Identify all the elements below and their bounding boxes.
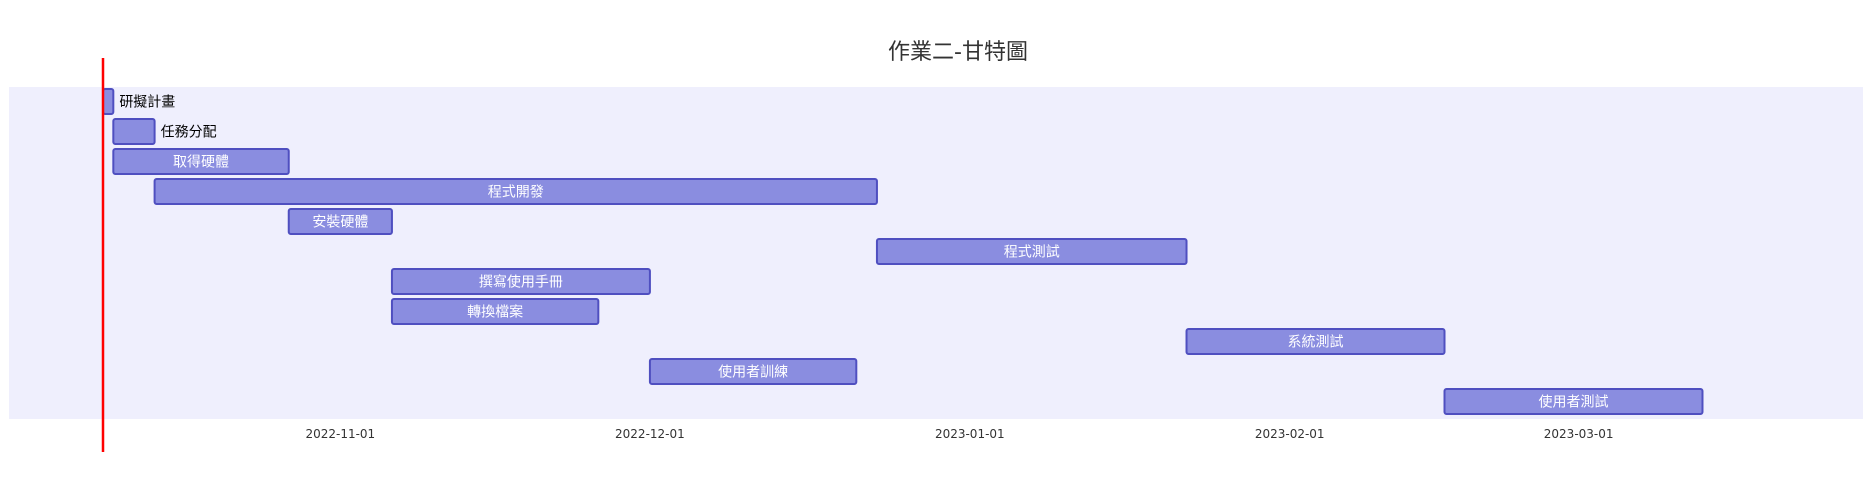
- task-label: 程式測試: [1004, 245, 1060, 261]
- chart-title: 作業二-甘特圖: [888, 40, 1028, 65]
- task-bar: [112, 118, 156, 145]
- task-label: 系統測試: [1288, 335, 1344, 351]
- task-label: 安裝硬體: [312, 215, 368, 231]
- task-label: 使用者測試: [1538, 394, 1608, 411]
- x-tick-label: 2023-01-01: [935, 427, 1005, 441]
- x-tick-label: 2023-03-01: [1544, 427, 1614, 441]
- task-bar: [102, 88, 115, 115]
- task-label: 任務分配: [161, 125, 217, 141]
- gantt-chart: 作業二-甘特圖 研擬計畫任務分配取得硬體程式開發安裝硬體程式測試撰寫使用手冊轉換…: [9, 40, 1863, 452]
- task-label: 研擬計畫: [119, 95, 175, 111]
- task-label: 取得硬體: [173, 154, 229, 171]
- x-tick-label: 2022-12-01: [615, 427, 685, 441]
- task-label: 程式開發: [488, 185, 544, 201]
- x-tick-label: 2022-11-01: [305, 427, 375, 441]
- task-label: 使用者訓練: [718, 364, 788, 381]
- x-tick-label: 2023-02-01: [1255, 427, 1325, 441]
- task-label: 撰寫使用手冊: [479, 274, 563, 291]
- x-axis-ticks: 2022-11-01 2022-12-01 2023-01-01 2023-02-01…: [305, 427, 1613, 441]
- task-label: 轉換檔案: [467, 304, 523, 321]
